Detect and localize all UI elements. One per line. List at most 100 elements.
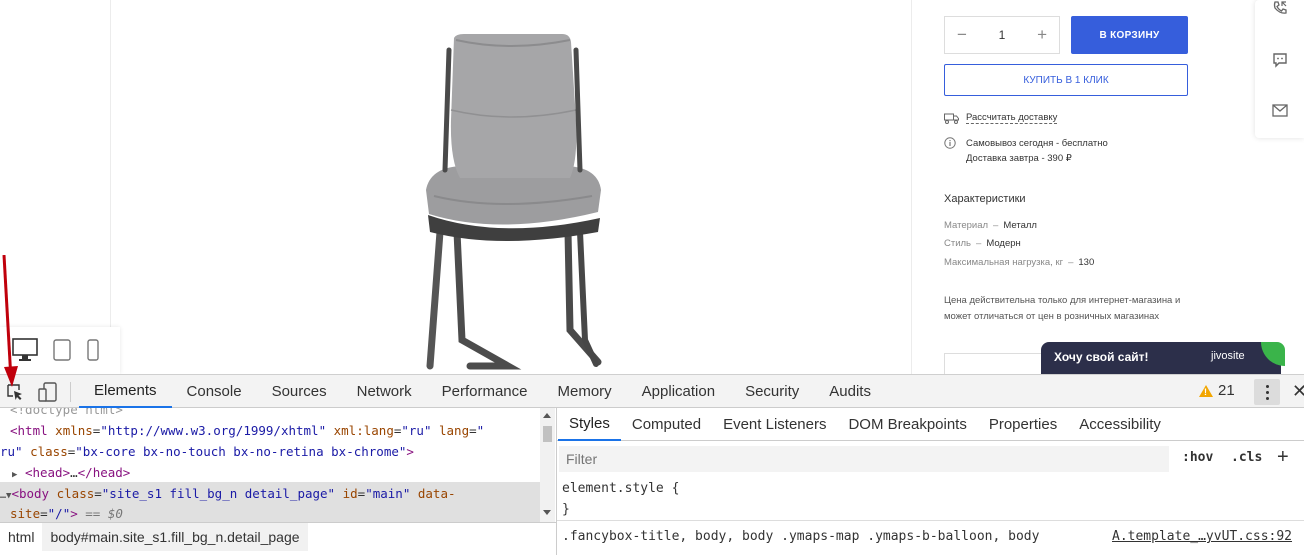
dom-tag: <head>: [24, 465, 71, 480]
quantity-value[interactable]: 1: [999, 28, 1006, 42]
characteristic-dash: –: [1068, 257, 1074, 268]
characteristics-title: Характеристики: [944, 193, 1026, 205]
dom-tag: </head>: [77, 465, 131, 480]
tab-memory[interactable]: Memory: [543, 375, 627, 408]
dom-attr-value: "main": [365, 486, 411, 501]
dom-attr-value: "ru": [401, 423, 432, 438]
jivosite-widget[interactable]: Хочу свой сайт! jivosite: [1041, 342, 1285, 374]
characteristic-value: 130: [1078, 257, 1095, 268]
characteristic-value: Модерн: [986, 238, 1021, 249]
chat-icon[interactable]: [1255, 52, 1304, 68]
dom-ellipsis: …: [70, 465, 78, 480]
dom-line-head[interactable]: ▶ <head>…</head>: [12, 465, 130, 480]
dom-attr-name: lang: [431, 423, 470, 438]
dom-attr-value: "bx-core bx-no-touch bx-no-retina bx-chr…: [75, 444, 407, 459]
tab-console[interactable]: Console: [172, 375, 257, 408]
dom-line-html[interactable]: <html xmlns="http://www.w3.org/1999/xhtm…: [10, 423, 484, 438]
tab-event-listeners[interactable]: Event Listeners: [712, 408, 837, 441]
phone-callback-icon[interactable]: [1255, 0, 1304, 16]
styles-filter-bar: :hov .cls +: [557, 446, 1304, 474]
dom-selected-marker: == $0: [77, 506, 123, 521]
add-to-cart-button[interactable]: В КОРЗИНУ: [1071, 16, 1188, 54]
dom-scrollbar[interactable]: [540, 408, 555, 522]
dom-attr-name: class: [49, 486, 95, 501]
tab-elements[interactable]: Elements: [79, 375, 172, 408]
contact-side-panel: [1255, 0, 1304, 138]
tab-properties[interactable]: Properties: [978, 408, 1068, 441]
characteristic-key: Материал: [944, 220, 989, 231]
delivery-tomorrow-text: Доставка завтра - 390 ₽: [966, 153, 1072, 164]
tab-performance[interactable]: Performance: [427, 375, 543, 408]
quantity-plus-button[interactable]: +: [1037, 25, 1047, 45]
quantity-minus-button[interactable]: −: [957, 25, 967, 45]
product-page: − 1 + В КОРЗИНУ КУПИТЬ В 1 КЛИК Рассчита…: [0, 0, 1304, 374]
styles-filter-input[interactable]: [559, 446, 1169, 472]
characteristic-dash: –: [976, 238, 982, 249]
tab-application[interactable]: Application: [627, 375, 730, 408]
breadcrumb-item[interactable]: html: [0, 523, 42, 551]
element-style-close: }: [562, 502, 570, 517]
tab-security[interactable]: Security: [730, 375, 814, 408]
pickup-text: Самовывоз сегодня - бесплатно: [966, 137, 1108, 149]
mail-icon[interactable]: [1255, 104, 1304, 117]
more-options-icon[interactable]: [1254, 379, 1280, 405]
characteristic-value: Металл: [1003, 220, 1037, 231]
tab-dom-breakpoints[interactable]: DOM Breakpoints: [837, 408, 977, 441]
warnings-badge[interactable]: ! 21: [1199, 382, 1235, 399]
dom-line-html-cont[interactable]: ru" class="bx-core bx-no-touch bx-no-ret…: [0, 444, 414, 459]
dom-attr-name: xmlns: [47, 423, 93, 438]
tab-network[interactable]: Network: [342, 375, 427, 408]
dom-attr-name: site: [10, 506, 41, 521]
class-toggle-button[interactable]: .cls: [1231, 450, 1262, 465]
characteristic-key: Стиль: [944, 238, 972, 249]
device-toolbar-icon[interactable]: [33, 375, 63, 408]
dom-attr-value: ": [476, 423, 485, 438]
tab-audits[interactable]: Audits: [814, 375, 886, 408]
content-left-border: [110, 0, 111, 374]
warnings-count: 21: [1218, 382, 1235, 399]
scroll-thumb[interactable]: [543, 426, 552, 442]
dom-attr-value: ru": [0, 444, 23, 459]
quantity-stepper[interactable]: − 1 +: [944, 16, 1060, 54]
css-rule-selector[interactable]: .fancybox-title, body, body .ymaps-map .…: [562, 529, 1039, 544]
tab-sources[interactable]: Sources: [257, 375, 342, 408]
expand-triangle-icon[interactable]: ▶: [12, 470, 17, 480]
css-rule[interactable]: .fancybox-title, body, body .ymaps-map .…: [557, 529, 1304, 555]
dom-line-doctype[interactable]: <!doctype html>: [10, 408, 123, 417]
delivery-calc-link[interactable]: Рассчитать доставку: [966, 112, 1058, 124]
delivery-calc-row[interactable]: Рассчитать доставку: [944, 112, 1058, 124]
toolbar-separator: [70, 382, 71, 402]
chair-image: [426, 34, 602, 370]
content-divider: [911, 0, 912, 374]
tab-styles[interactable]: Styles: [558, 408, 621, 441]
tab-computed[interactable]: Computed: [621, 408, 712, 441]
warning-icon: !: [1199, 384, 1213, 397]
characteristic-row: Максимальная нагрузка, кг –130: [944, 257, 1094, 268]
tab-accessibility[interactable]: Accessibility: [1068, 408, 1172, 441]
element-style-rule[interactable]: element.style { }: [557, 481, 1304, 521]
dom-attr-name: xml:lang: [326, 423, 394, 438]
dom-line-body-cont[interactable]: site="/"> == $0: [10, 506, 123, 521]
dom-attr-value: "site_s1 fill_bg_n detail_page": [101, 486, 336, 501]
scroll-up-icon[interactable]: [543, 413, 551, 418]
element-style-selector[interactable]: element.style {: [562, 481, 679, 496]
dom-line-body[interactable]: …▼<body class="site_s1 fill_bg_n detail_…: [0, 486, 456, 501]
devtools-panel: Elements Console Sources Network Perform…: [0, 374, 1304, 555]
hover-state-button[interactable]: :hov: [1182, 450, 1213, 465]
tablet-icon[interactable]: [53, 339, 71, 366]
secondary-box: [944, 353, 1042, 374]
close-icon[interactable]: ✕: [1292, 381, 1304, 402]
breadcrumb: html body#main.site_s1.fill_bg_n.detail_…: [0, 522, 556, 551]
scroll-down-icon[interactable]: [543, 510, 551, 515]
red-arrow-annotation: [2, 255, 18, 387]
css-rule-source-link[interactable]: A.template_…yvUT.css:92: [1112, 529, 1292, 544]
styles-subtabs: Styles Computed Event Listeners DOM Brea…: [557, 408, 1304, 441]
new-rule-button[interactable]: +: [1277, 446, 1289, 469]
jivo-leaf-icon: [1261, 342, 1285, 366]
product-image[interactable]: [330, 0, 750, 374]
mobile-icon[interactable]: [87, 339, 99, 366]
dom-tree[interactable]: <!doctype html> <html xmlns="http://www.…: [0, 408, 556, 522]
breadcrumb-item[interactable]: body#main.site_s1.fill_bg_n.detail_page: [42, 522, 308, 551]
dom-attr-name: id: [335, 486, 358, 501]
buy-one-click-button[interactable]: КУПИТЬ В 1 КЛИК: [944, 64, 1188, 96]
